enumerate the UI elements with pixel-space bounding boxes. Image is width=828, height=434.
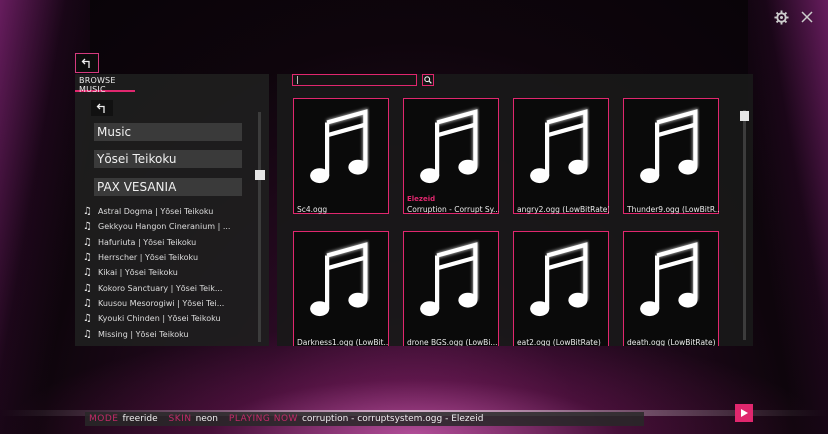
music-note-icon [640, 108, 699, 184]
file-name: Thunder9.ogg (LowBitR... [627, 205, 719, 214]
file-tile-frame: Thunder9.ogg (LowBitR... [623, 98, 719, 214]
music-note-icon [310, 108, 369, 184]
music-note-icon: ♫ [83, 297, 92, 309]
file-name: angry2.ogg (LowBitRate) [517, 205, 609, 214]
search-icon [424, 76, 432, 84]
track-list: ♫ Astral Dogma | Yōsei Teikoku ♫ Gekkyou H… [83, 204, 253, 342]
music-note-icon [420, 108, 479, 184]
track-label: Gekkyou Hangon Cineranium | ... [98, 222, 231, 232]
music-note-icon [420, 241, 479, 317]
mode-value: freeride [122, 414, 158, 424]
track-label: Missing | Yōsei Teikoku [98, 329, 189, 339]
file-name: drone BGS.ogg (LowBi... [407, 338, 498, 346]
file-tile[interactable]: death.ogg (LowBitRate) [623, 231, 719, 346]
play-button[interactable] [735, 404, 753, 422]
file-tile-frame: eat2.ogg (LowBitRate) [513, 231, 609, 346]
file-grid-panel: | Sc4.ogg Elezeid Corruption - Corrupt S… [277, 74, 753, 346]
file-tile[interactable]: Thunder9.ogg (LowBitR... [623, 98, 719, 214]
right-scrollbar-thumb[interactable] [740, 111, 749, 121]
mode-key: MODE [89, 414, 119, 424]
playing-now-key: PLAYING NOW [228, 414, 298, 424]
music-note-icon [310, 241, 369, 317]
music-note-icon: ♫ [83, 206, 92, 218]
play-icon [741, 409, 748, 417]
track-item[interactable]: ♫ Missing | Yōsei Teikoku [83, 326, 253, 341]
gear-icon[interactable] [772, 8, 790, 26]
track-item[interactable]: ♫ Kyouki Chinden | Yōsei Teikoku [83, 311, 253, 326]
file-tile[interactable]: eat2.ogg (LowBitRate) [513, 231, 609, 346]
skin-value: neon [195, 414, 219, 424]
track-item[interactable]: ♫ Hafuriuta | Yōsei Teikoku [83, 235, 253, 250]
file-tile[interactable]: drone BGS.ogg (LowBi... [403, 231, 499, 346]
track-label: Herrscher | Yōsei Teikoku [98, 253, 199, 263]
window-controls [772, 8, 816, 26]
file-name: Corruption - Corrupt Sy... [407, 205, 499, 214]
folder-up-button[interactable] [91, 100, 113, 116]
track-label: Kikai | Yōsei Teikoku [98, 268, 178, 278]
skin-key: SKIN [168, 414, 192, 424]
file-tile[interactable]: Elezeid Corruption - Corrupt Sy... [403, 98, 499, 214]
file-tile-frame: angry2.ogg (LowBitRate) [513, 98, 609, 214]
file-tile-frame: Darkness1.ogg (LowBit... [293, 231, 389, 346]
music-note-icon: ♫ [83, 328, 92, 340]
music-note-icon [640, 241, 699, 317]
music-note-icon: ♫ [83, 221, 92, 233]
track-label: Astral Dogma | Yōsei Teikoku [98, 207, 214, 217]
right-scrollbar-track[interactable] [743, 110, 746, 340]
file-tile[interactable]: angry2.ogg (LowBitRate) [513, 98, 609, 214]
music-note-icon [530, 108, 589, 184]
folder-item[interactable]: PAX VESANIA [94, 178, 242, 196]
back-arrow-icon [96, 103, 105, 113]
track-item[interactable]: ♫ Gekkyou Hangon Cineranium | ... [83, 219, 253, 234]
track-label: Kuusou Mesorogiwi | Yōsei Tei... [98, 298, 225, 308]
search-input[interactable]: | [292, 74, 417, 86]
file-tile-frame: Sc4.ogg [293, 98, 389, 214]
search-button[interactable] [422, 74, 434, 86]
file-tile-frame: Elezeid Corruption - Corrupt Sy... [403, 98, 499, 214]
status-bar: MODE freeride SKIN neon PLAYING NOW corrupt… [85, 412, 644, 426]
music-note-icon: ♫ [83, 236, 92, 248]
back-button[interactable] [75, 53, 99, 73]
track-item[interactable]: ♫ Kuusou Mesorogiwi | Yōsei Tei... [83, 296, 253, 311]
file-tile-frame: drone BGS.ogg (LowBi... [403, 231, 499, 346]
file-artist-tag: Elezeid [407, 195, 436, 203]
track-label: Hafuriuta | Yōsei Teikoku [98, 237, 197, 247]
file-name: eat2.ogg (LowBitRate) [517, 338, 601, 346]
close-icon[interactable] [798, 8, 816, 26]
track-item[interactable]: ♫ Herrscher | Yōsei Teikoku [83, 250, 253, 265]
left-scrollbar-thumb[interactable] [255, 170, 265, 180]
folder-item[interactable]: Yōsei Teikoku [94, 150, 242, 168]
browse-music-title: BROWSE MUSIC [75, 74, 135, 94]
file-tile-frame: death.ogg (LowBitRate) [623, 231, 719, 346]
music-note-icon: ♫ [83, 267, 92, 279]
playing-now-value: corruption - corruptsystem.ogg - Elezeid [301, 414, 484, 424]
file-name: death.ogg (LowBitRate) [627, 338, 716, 346]
file-tile[interactable]: Sc4.ogg [293, 98, 389, 214]
file-tile[interactable]: Darkness1.ogg (LowBit... [293, 231, 389, 346]
browse-music-panel: BROWSE MUSIC Music Yōsei Teikoku PAX VES… [75, 74, 269, 346]
music-note-icon: ♫ [83, 252, 92, 264]
music-note-icon [530, 241, 589, 317]
track-label: Kokoro Sanctuary | Yōsei Teik... [98, 283, 223, 293]
track-label: Kyouki Chinden | Yōsei Teikoku [98, 314, 221, 324]
track-item[interactable]: ♫ Kikai | Yōsei Teikoku [83, 265, 253, 280]
track-item[interactable]: ♫ Astral Dogma | Yōsei Teikoku [83, 204, 253, 219]
back-arrow-icon [81, 58, 90, 68]
track-item[interactable]: ♫ Kokoro Sanctuary | Yōsei Teik... [83, 280, 253, 295]
music-note-icon: ♫ [83, 313, 92, 325]
music-note-icon: ♫ [83, 282, 92, 294]
file-name: Darkness1.ogg (LowBit... [297, 338, 389, 346]
folder-item[interactable]: Music [94, 123, 242, 141]
file-name: Sc4.ogg [297, 205, 328, 214]
left-scrollbar-track[interactable] [258, 112, 261, 342]
